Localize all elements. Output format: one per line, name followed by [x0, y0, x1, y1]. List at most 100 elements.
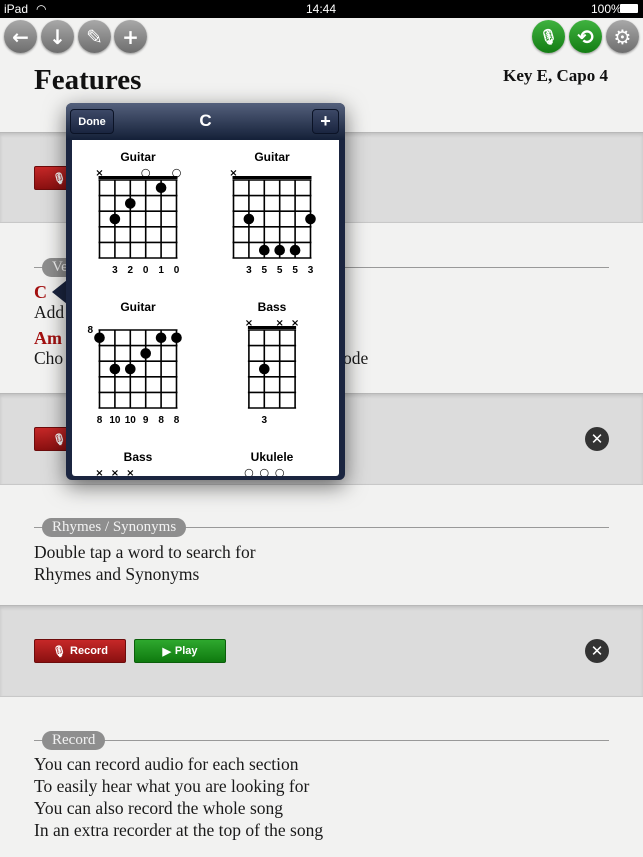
- popover-arrow: [52, 280, 67, 304]
- battery-percent: 100%: [591, 2, 622, 16]
- add-chord-button[interactable]: +: [312, 109, 339, 134]
- page-title: Features: [34, 64, 142, 96]
- fret-number-label: 8: [174, 415, 180, 426]
- finger-dot: [109, 213, 121, 225]
- nut: [247, 326, 297, 329]
- close-icon[interactable]: ✕: [585, 427, 609, 451]
- chord-diagram: Bass× × ×3: [245, 300, 300, 426]
- lyric-line: Double tap a word to search for: [34, 542, 256, 562]
- status-bar: iPad ◠ 14:44 100%: [0, 0, 643, 18]
- finger-dot: [243, 213, 255, 225]
- fret-number-label: 3: [112, 265, 118, 276]
- section-label: Record: [42, 731, 106, 750]
- lyric-line: To easily hear what you are looking for: [34, 776, 310, 796]
- fret-number-label: 5: [292, 265, 298, 276]
- microphone-icon: 🎙: [538, 27, 559, 46]
- base-fret-label: 8: [88, 325, 94, 336]
- fret-number-label: 1: [158, 265, 164, 276]
- chord-diagram: Guitar× ○ ○3 2 0 1 0: [95, 150, 181, 276]
- lyric-line: Rhymes and Synonyms: [34, 564, 200, 584]
- add-button[interactable]: +: [114, 20, 147, 53]
- fret-number-label: 10: [109, 415, 121, 426]
- chord-diagram: Guitar×3 5 5 5 3: [229, 150, 316, 276]
- fret-number-label: 0: [143, 265, 149, 276]
- play-label: Play: [174, 645, 198, 657]
- finger-dot: [274, 244, 285, 256]
- finger-dot: [125, 198, 136, 209]
- fret-number-label: 3: [246, 265, 252, 276]
- chord-diagram: Guitar88 10 10 9 8 8: [88, 300, 182, 426]
- open-string-marker: ○: [244, 466, 254, 476]
- device-name: iPad: [4, 2, 29, 16]
- lyric-line: In an extra recorder at the top of the s…: [34, 820, 324, 840]
- fret-number-label: 10: [125, 415, 137, 426]
- microphone-icon: 🎙: [52, 172, 67, 185]
- fret-number-label: 8: [97, 415, 103, 426]
- lyric-line: You can record audio for each section: [34, 754, 299, 774]
- finger-dot: [289, 244, 301, 256]
- lyric-line: Add: [34, 302, 65, 322]
- chord-instrument: Guitar: [120, 150, 156, 164]
- settings-button[interactable]: ⚙: [606, 20, 639, 53]
- download-button[interactable]: ↓: [41, 20, 74, 53]
- clock: 14:44: [306, 2, 337, 16]
- microphone-icon: 🎙: [52, 433, 67, 446]
- open-string-marker: ○: [275, 466, 285, 476]
- section-label: Rhymes / Synonyms: [42, 518, 187, 537]
- microphone-button[interactable]: 🎙: [532, 20, 565, 53]
- fret-number-label: 0: [174, 265, 180, 276]
- record-button[interactable]: 🎙Record: [34, 639, 126, 663]
- key-capo: Key E, Capo 4: [503, 66, 608, 85]
- fret-number-label: 8: [158, 415, 164, 426]
- finger-dot: [125, 363, 136, 375]
- chord-c[interactable]: C: [34, 281, 47, 303]
- chord-instrument: Bass: [124, 450, 153, 464]
- finger-dot: [109, 363, 121, 375]
- back-arrow-icon: ←: [12, 24, 29, 49]
- finger-dot: [171, 332, 182, 344]
- chord-am[interactable]: Am: [34, 327, 62, 349]
- plus-icon: +: [122, 24, 139, 49]
- chord-list[interactable]: Guitar × ○ ○ 3 2 0 1 0 Guitar × 3 5 5 5 3 Guitar 8 8 10 10 9 8…: [72, 140, 339, 476]
- play-button[interactable]: ▶ Play: [134, 639, 226, 663]
- finger-dot: [94, 332, 105, 344]
- wifi-icon: ◠: [36, 2, 47, 16]
- fret-number-label: 2: [128, 265, 134, 276]
- chord-instrument: Ukulele: [251, 450, 294, 464]
- finger-dot: [155, 182, 167, 194]
- lyric-line: Cho: [34, 348, 64, 368]
- chord-popover: Done C + Guitar × ○ ○ 3 2 0 1 0 Guitar × 3 5 5 5 3 Guita…: [66, 103, 345, 480]
- lyric-line: You can also record the whole song: [34, 798, 284, 818]
- close-icon[interactable]: ✕: [585, 639, 609, 663]
- nut: [232, 176, 312, 179]
- open-string-marker: ○: [259, 466, 269, 476]
- finger-dot: [155, 332, 167, 344]
- record-label: Record: [70, 645, 108, 657]
- lyric-line-end: ode: [343, 348, 369, 368]
- chord-diagram: Bass × × ×: [95, 450, 153, 476]
- edit-button[interactable]: ✎: [78, 20, 111, 53]
- microphone-icon: 🎙: [52, 645, 67, 658]
- battery-icon: [620, 4, 638, 13]
- down-arrow-icon: ↓: [49, 24, 66, 49]
- play-icon: ▶: [162, 645, 171, 658]
- chord-instrument: Guitar: [254, 150, 290, 164]
- pencil-icon: ✎: [86, 24, 103, 49]
- muted-string-marker: ×: [111, 468, 119, 476]
- popover-title: C: [199, 111, 212, 130]
- recorder-band: 🎙 Record ▶ Play ✕: [0, 605, 643, 697]
- popover-header: Done C +: [66, 103, 345, 140]
- muted-string-marker: ×: [126, 468, 134, 476]
- finger-dot: [305, 213, 316, 225]
- fret-number-label: 3: [262, 415, 268, 426]
- repeat-button[interactable]: ⟲: [569, 20, 602, 53]
- fret-number-label: 5: [277, 265, 283, 276]
- fret-number-label: 3: [308, 265, 314, 276]
- finger-dot: [259, 363, 270, 375]
- fret-number-label: 9: [143, 415, 149, 426]
- divider: [34, 740, 609, 741]
- gear-icon: ⚙: [613, 24, 632, 49]
- back-button[interactable]: ←: [4, 20, 37, 53]
- muted-string-marker: ×: [95, 468, 103, 476]
- chord-instrument: Guitar: [120, 300, 156, 314]
